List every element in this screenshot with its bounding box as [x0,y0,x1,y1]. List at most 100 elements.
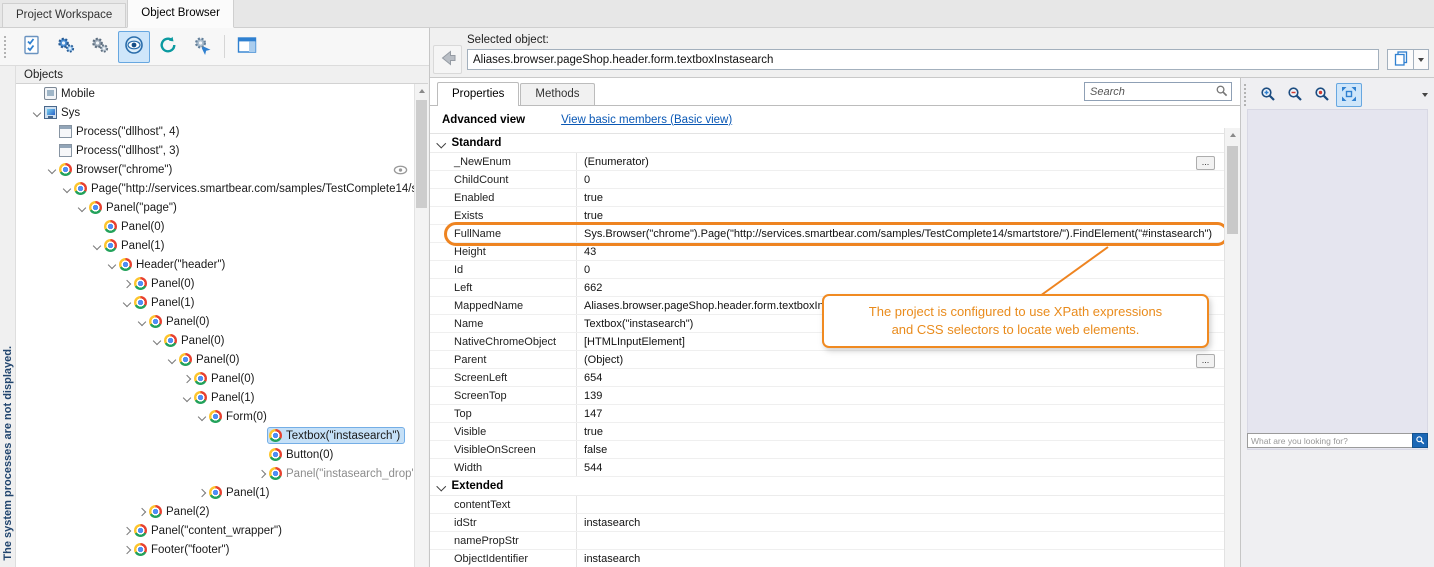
collapse-chevron-icon[interactable] [61,179,73,198]
tree-item[interactable]: Mobile [16,84,414,103]
tree-item[interactable]: Form(0) [16,407,414,426]
expand-chevron-icon[interactable] [121,521,133,540]
collapse-chevron-icon[interactable] [121,293,133,312]
tree-item[interactable]: Panel(0) [16,350,414,369]
collapse-chevron-icon[interactable] [106,255,118,274]
property-row[interactable]: _NewEnum(Enumerator)... [430,153,1224,171]
property-row[interactable]: FullNameSys.Browser("chrome").Page("http… [430,225,1224,243]
tree-item[interactable]: Panel("page") [16,198,414,217]
collapse-chevron-icon[interactable] [136,312,148,331]
section-header[interactable]: Standard [430,134,1224,153]
collapse-chevron-icon[interactable] [46,160,58,179]
tree-item[interactable]: Panel(0) [16,274,414,293]
tree-item[interactable]: Panel("instasearch_drop" [16,464,414,483]
add-checkpoint-button[interactable] [16,31,48,63]
tree-item[interactable]: Panel(2) [16,502,414,521]
tree-item[interactable]: Browser("chrome") [16,160,414,179]
zoom-out-button[interactable] [1282,83,1308,107]
tree-item[interactable]: Panel(0) [16,369,414,388]
tab-object-browser[interactable]: Object Browser [127,0,234,28]
collapse-chevron-icon[interactable] [181,388,193,407]
ellipsis-button[interactable]: ... [1196,156,1215,170]
copy-button[interactable] [1387,49,1414,70]
property-row[interactable]: Visibletrue [430,423,1224,441]
refresh-button[interactable] [152,31,184,63]
property-row[interactable]: namePropStr [430,532,1224,550]
property-row[interactable]: Top147 [430,405,1224,423]
tree-item[interactable]: Panel("content_wrapper") [16,521,414,540]
tab-methods[interactable]: Methods [520,83,594,105]
expand-chevron-icon[interactable] [121,540,133,559]
run-routine-button[interactable] [186,31,218,63]
property-row[interactable]: ChildCount0 [430,171,1224,189]
ellipsis-button[interactable]: ... [1196,354,1215,368]
tree-item[interactable]: Panel(1) [16,483,414,502]
property-row[interactable]: VisibleOnScreenfalse [430,441,1224,459]
properties-search-input[interactable] [1088,85,1215,99]
back-button[interactable] [433,45,462,74]
visible-eye-icon[interactable] [393,165,414,175]
collapse-chevron-icon[interactable] [76,198,88,217]
panel-layout-button[interactable] [231,31,263,63]
collapse-chevron-icon[interactable] [91,236,103,255]
expand-chevron-icon[interactable] [181,369,193,388]
preview-search-input[interactable] [1247,433,1412,448]
tree-item[interactable]: Page("http://services.smartbear.com/samp… [16,179,414,198]
property-row[interactable]: ObjectIdentifierinstasearch [430,550,1224,567]
zoom-in-button[interactable] [1255,83,1281,107]
tree-item[interactable]: Panel(1) [16,388,414,407]
tree-item[interactable]: Process("dllhost", 4) [16,122,414,141]
tree-scrollbar[interactable] [414,84,428,567]
property-row[interactable]: ScreenLeft654 [430,369,1224,387]
collapse-chevron-icon[interactable] [31,103,43,122]
preview-search-button[interactable] [1412,433,1428,448]
collapse-chevron-icon[interactable] [151,331,163,350]
property-row[interactable]: Parent(Object)... [430,351,1224,369]
expand-chevron-icon[interactable] [196,483,208,502]
toolbar-grip-handle[interactable] [4,36,10,58]
expand-chevron-icon[interactable] [256,464,268,483]
property-row[interactable]: Height43 [430,243,1224,261]
tree-item[interactable]: Sys [16,103,414,122]
collapse-chevron-icon[interactable] [196,407,208,426]
tree-item[interactable]: Process("dllhost", 3) [16,141,414,160]
toolbar-grip-handle[interactable] [1244,84,1250,106]
show-process-tree-button[interactable] [50,31,82,63]
property-row[interactable]: Id0 [430,261,1224,279]
tree-item[interactable]: Panel(0) [16,312,414,331]
property-row[interactable]: ScreenTop139 [430,387,1224,405]
tree-item[interactable]: Panel(1) [16,236,414,255]
preview-options-dropdown[interactable] [1417,86,1432,104]
tree-item-label: Panel(0) [117,221,164,233]
property-row[interactable]: Enabledtrue [430,189,1224,207]
expand-chevron-icon[interactable] [136,502,148,521]
expand-chevron-icon[interactable] [121,274,133,293]
settings-button[interactable] [84,31,116,63]
properties-scrollbar[interactable] [1224,128,1240,567]
collapse-chevron-icon[interactable] [166,350,178,369]
property-row[interactable]: idStrinstasearch [430,514,1224,532]
fit-to-screen-button[interactable] [1336,83,1362,107]
property-row[interactable]: Width544 [430,459,1224,477]
properties-scrollbar-thumb[interactable] [1227,146,1238,234]
tree-item[interactable]: Panel(1) [16,293,414,312]
locate-object-button[interactable] [1309,83,1335,107]
tree-scrollbar-thumb[interactable] [416,100,427,208]
scroll-up-button[interactable] [415,84,428,98]
tree-item[interactable]: Textbox("instasearch") [16,426,414,445]
property-row[interactable]: contentText [430,496,1224,514]
scroll-up-button[interactable] [1225,128,1240,142]
tab-project-workspace[interactable]: Project Workspace [2,3,126,27]
section-header[interactable]: Extended [430,477,1224,496]
tree-item[interactable]: Button(0) [16,445,414,464]
tree-item[interactable]: Panel(0) [16,331,414,350]
tree-item[interactable]: Panel(0) [16,217,414,236]
copy-dropdown-button[interactable] [1414,49,1429,70]
property-row[interactable]: Existstrue [430,207,1224,225]
tree-item[interactable]: Footer("footer") [16,540,414,559]
basic-view-link[interactable]: View basic members (Basic view) [561,114,732,126]
selected-object-input[interactable] [467,49,1379,70]
tab-properties[interactable]: Properties [437,82,519,106]
tree-item[interactable]: Header("header") [16,255,414,274]
highlight-object-button[interactable] [118,31,150,63]
